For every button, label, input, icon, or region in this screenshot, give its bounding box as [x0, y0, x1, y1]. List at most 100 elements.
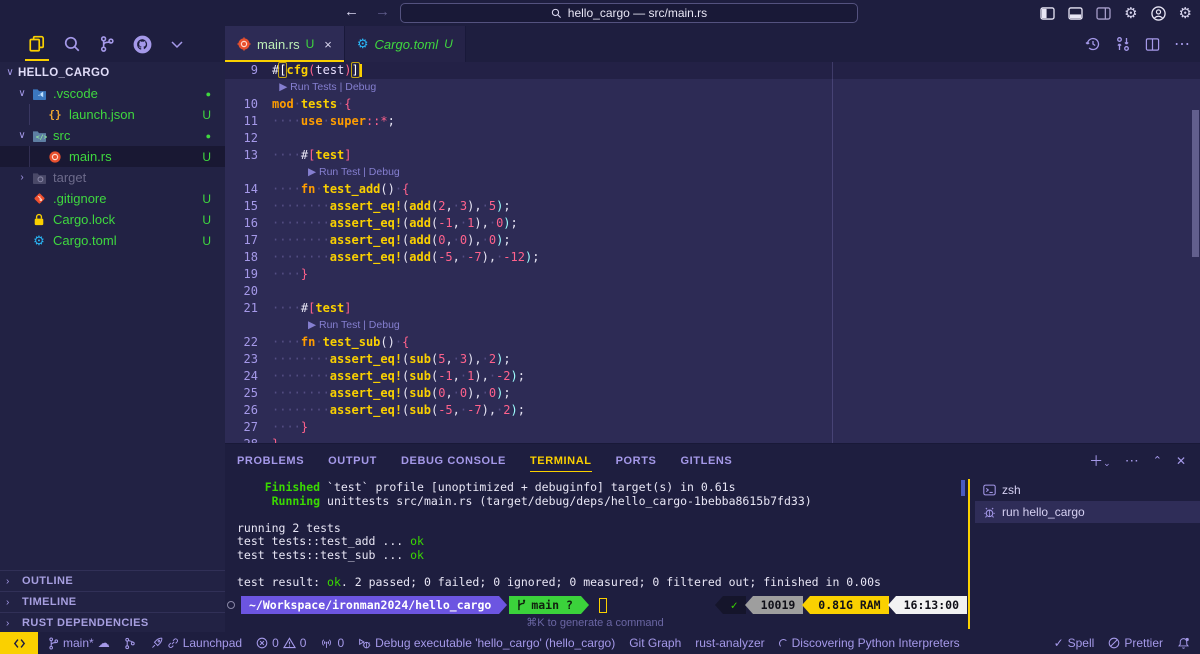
layout-sidebar-left-icon[interactable]: [1040, 7, 1055, 20]
terminal-line: test result: ok. 2 passed; 0 failed; 0 i…: [237, 576, 967, 590]
layout-panel-icon[interactable]: [1068, 7, 1083, 20]
terminal-item-run-hello-cargo[interactable]: run hello_cargo: [975, 501, 1200, 523]
panel-tab-ports[interactable]: PORTS: [616, 444, 657, 477]
tree-file-launch-json[interactable]: {} launch.json U: [0, 104, 225, 125]
line-number: [225, 317, 258, 334]
status-ports[interactable]: 0: [320, 636, 344, 650]
untracked-badge: U: [202, 234, 211, 248]
more-actions-icon[interactable]: ⋯: [1174, 34, 1190, 54]
status-launchpad[interactable]: Launchpad: [150, 636, 242, 650]
close-panel-icon[interactable]: ✕: [1176, 454, 1186, 468]
terminal-sash[interactable]: [968, 479, 970, 629]
compare-changes-icon[interactable]: [1115, 36, 1131, 52]
code-line: 27····}: [225, 419, 1200, 436]
status-problems[interactable]: 0 0: [256, 636, 306, 650]
split-editor-icon[interactable]: [1145, 37, 1160, 52]
status-bar: main* ☁ Launchpad 0 0 0 Debug executable…: [0, 632, 1200, 654]
column-ruler: [832, 62, 833, 443]
chevron-right-icon: ›: [14, 172, 30, 183]
github-icon[interactable]: [133, 26, 152, 62]
panel-tab-output[interactable]: OUTPUT: [328, 444, 377, 477]
terminal-instance-list: zsh run hello_cargo: [975, 479, 1200, 523]
section-timeline[interactable]: › TIMELINE: [0, 591, 225, 612]
tab-git-badge: U: [306, 37, 315, 51]
source-control-icon[interactable]: [98, 26, 116, 62]
tree-file-gitignore[interactable]: .gitignore U: [0, 188, 225, 209]
rust-file-icon: [46, 150, 64, 164]
customize-layout-gear-icon[interactable]: ⚙: [1124, 6, 1137, 21]
tab-close-icon[interactable]: ×: [324, 37, 332, 52]
terminal-prompt[interactable]: ~/Workspace/ironman2024/hello_cargo main…: [227, 596, 967, 614]
line-number: 15: [225, 198, 258, 215]
panel-tab-terminal[interactable]: TERMINAL: [530, 444, 592, 477]
more-views-chevron-icon[interactable]: [169, 26, 185, 62]
line-number: 23: [225, 351, 258, 368]
timeline-history-icon[interactable]: [1085, 36, 1101, 52]
tab-cargo-toml[interactable]: ⚙ Cargo.toml U: [345, 26, 466, 62]
tree-folder-src[interactable]: ∨ </> src ●: [0, 125, 225, 146]
tree-root-hello-cargo[interactable]: ∨ HELLO_CARGO: [0, 62, 225, 83]
cloud-upload-icon: ☁: [98, 636, 110, 650]
debug-task-icon: [983, 506, 996, 519]
tree-file-cargo-lock[interactable]: Cargo.lock U: [0, 209, 225, 230]
tree-file-cargo-toml[interactable]: ⚙ Cargo.toml U: [0, 230, 225, 251]
status-source-control-graph[interactable]: [124, 637, 136, 650]
section-outline[interactable]: › OUTLINE: [0, 570, 225, 591]
nav-forward-icon[interactable]: →: [375, 3, 390, 20]
panel-tab-gitlens[interactable]: GITLENS: [681, 444, 733, 477]
code-line: 18········assert_eq!(add(-5,·-7),·-12);: [225, 249, 1200, 266]
panel-tab-problems[interactable]: PROBLEMS: [237, 444, 304, 477]
terminal-scrollbar-thumb[interactable]: [961, 480, 965, 496]
codelens-run-debug-link[interactable]: ▶ Run Tests | Debug: [258, 79, 376, 96]
status-prettier[interactable]: Prettier: [1108, 636, 1163, 650]
toml-gear-icon: ⚙: [30, 233, 48, 249]
status-spell[interactable]: ✓ Spell: [1054, 636, 1095, 650]
link-icon: [167, 637, 179, 649]
toml-gear-icon: ⚙: [357, 36, 369, 52]
code-line: 9#[cfg(test)]: [225, 62, 1200, 79]
code-line: 11····use·super::*;: [225, 113, 1200, 130]
prompt-cwd: ~/Workspace/ironman2024/hello_cargo: [241, 596, 499, 614]
settings-gear-icon[interactable]: ⚙: [1179, 6, 1192, 21]
chevron-down-icon: ∨: [14, 130, 30, 141]
nav-back-icon[interactable]: ←: [344, 3, 359, 20]
branch-icon: [48, 637, 59, 650]
account-icon[interactable]: [1151, 6, 1166, 21]
codelens-run-debug-link[interactable]: ▶ Run Test | Debug: [258, 164, 400, 181]
panel-tab-debug-console[interactable]: DEBUG CONSOLE: [401, 444, 506, 477]
status-python-discovery[interactable]: Discovering Python Interpreters: [779, 636, 960, 650]
code-line: 10mod·tests·{: [225, 96, 1200, 113]
status-git-branch[interactable]: main* ☁: [48, 636, 110, 650]
editor-cursor: [360, 64, 362, 77]
editor-scrollbar-thumb[interactable]: [1192, 110, 1199, 257]
section-rust-dependencies[interactable]: › RUST DEPENDENCIES: [0, 612, 225, 633]
nav-row: main.rs U × ⚙ Cargo.toml U ⋯: [0, 26, 1200, 62]
remote-icon: [13, 638, 26, 649]
maximize-panel-icon[interactable]: ⌃: [1153, 454, 1162, 467]
modified-dot-badge: ●: [206, 131, 211, 141]
status-notifications[interactable]: [1177, 637, 1190, 650]
code-editor[interactable]: 9#[cfg(test)]▶ Run Tests | Debug10mod·te…: [225, 62, 1200, 443]
new-terminal-icon[interactable]: ＋⌄: [1089, 451, 1111, 471]
explorer-files-icon[interactable]: [28, 26, 46, 62]
tree-folder-vscode[interactable]: ∨ .vscode ●: [0, 83, 225, 104]
branch-icon: [517, 599, 526, 611]
prompt-git-branch: main ?: [509, 596, 581, 614]
tab-main-rs[interactable]: main.rs U ×: [225, 26, 345, 62]
terminal-item-zsh[interactable]: zsh: [975, 479, 1200, 501]
terminal-output[interactable]: Finished `test` profile [unoptimized + d…: [237, 481, 967, 589]
remote-indicator[interactable]: [0, 632, 38, 654]
codelens-run-debug-link[interactable]: ▶ Run Test | Debug: [258, 317, 400, 334]
more-actions-icon[interactable]: ⋯: [1125, 452, 1139, 469]
code-line: 14····fn·test_add()·{: [225, 181, 1200, 198]
tree-folder-target[interactable]: › target: [0, 167, 225, 188]
status-git-graph[interactable]: Git Graph: [629, 636, 681, 650]
status-debug-executable[interactable]: Debug executable 'hello_cargo' (hello_ca…: [358, 636, 615, 650]
layout-sidebar-right-icon[interactable]: [1096, 7, 1111, 20]
line-number: 17: [225, 232, 258, 249]
status-rust-analyzer[interactable]: rust-analyzer: [695, 636, 764, 650]
command-center[interactable]: hello_cargo — src/main.rs: [400, 3, 858, 23]
search-icon[interactable]: [63, 26, 81, 62]
tree-file-main-rs[interactable]: main.rs U: [0, 146, 225, 167]
tab-label: main.rs: [257, 37, 300, 52]
